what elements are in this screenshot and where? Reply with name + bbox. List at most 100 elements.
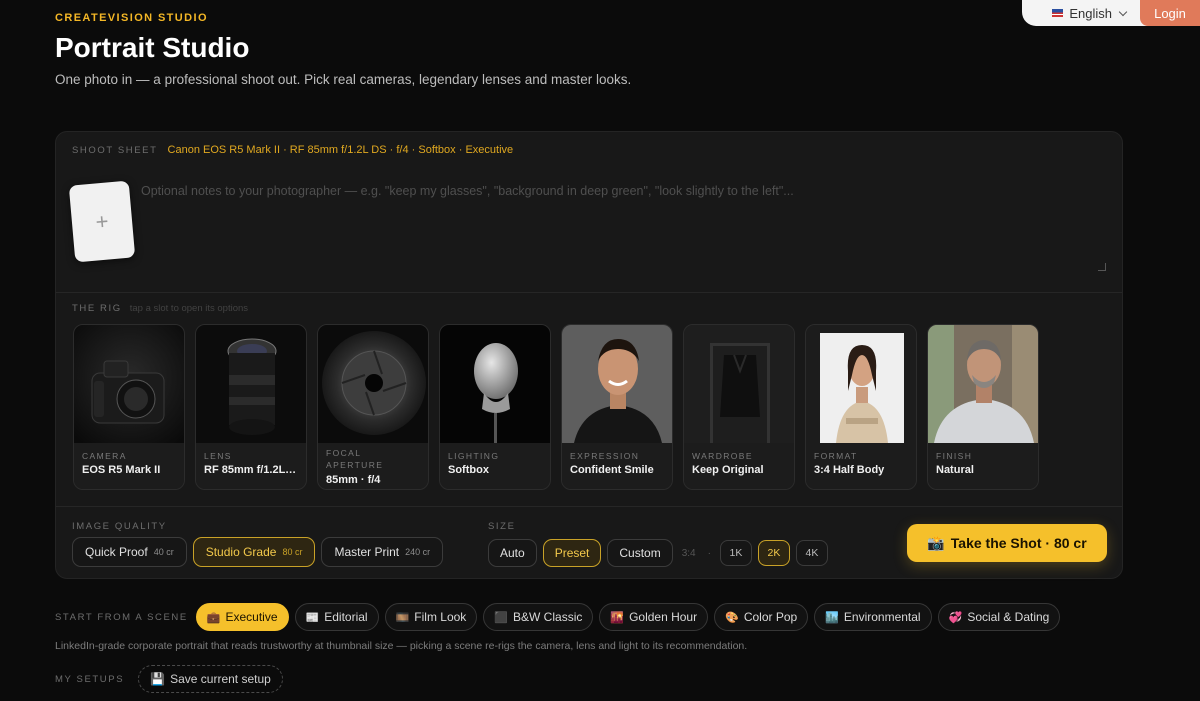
image-quality-options: Quick Proof 40 cr Studio Grade 80 cr Mas… [72, 537, 444, 567]
expression-portrait-image [562, 325, 672, 443]
rig-slot-camera[interactable]: CAMERA EOS R5 Mark II [73, 324, 185, 490]
slot-key: LIGHTING [448, 451, 500, 461]
size-auto-button[interactable]: Auto [488, 539, 537, 567]
scene-description: LinkedIn-grade corporate portrait that r… [55, 640, 748, 652]
chevron-down-icon [1118, 7, 1128, 16]
scene-name: Social & Dating [967, 610, 1050, 624]
shoot-sheet: SHOOT SHEET Canon EOS R5 Mark II · RF 85… [72, 144, 513, 156]
scene-environmental[interactable]: 🏙️ Environmental [814, 603, 932, 631]
slot-value: Keep Original [692, 464, 764, 476]
rig-slot-lighting[interactable]: LIGHTING Softbox [439, 324, 551, 490]
slot-meta: FORMAT 3:4 Half Body [806, 443, 916, 489]
aspect-ratio-label: 3:4 [681, 547, 696, 559]
scene-label: START FROM A SCENE [55, 611, 188, 623]
scene-name: Golden Hour [629, 610, 698, 624]
slot-key: FORMAT [814, 451, 858, 461]
scene-selector: START FROM A SCENE 💼 Executive 📰 Editorial… [55, 603, 1061, 631]
quality-option-label: Studio Grade [205, 545, 277, 559]
scene-bw-classic[interactable]: ⬛ B&W Classic [483, 603, 594, 631]
sunset-icon: 🌇 [610, 611, 625, 624]
quality-option-cost: 80 cr [282, 547, 303, 557]
quality-option-cost: 40 cr [153, 547, 174, 557]
resize-handle-icon[interactable] [1098, 263, 1106, 271]
rig-slot-aperture[interactable]: FOCAL APERTURE 85mm · f/4 [317, 324, 429, 490]
separator-dot: · [707, 547, 711, 559]
cityscape-icon: 🏙️ [825, 611, 839, 624]
size-options: Auto Preset Custom 3:4 · 1K 2K 4K [488, 539, 828, 567]
scene-name: B&W Classic [513, 610, 583, 624]
my-setups: MY SETUPS 💾 Save current setup [55, 665, 283, 693]
scene-color-pop[interactable]: 🎨 Color Pop [714, 603, 809, 631]
slot-value: Softbox [448, 464, 489, 476]
photo-upload-button[interactable]: + [68, 180, 136, 263]
slot-value: 3:4 Half Body [814, 464, 885, 476]
scene-executive[interactable]: 💼 Executive [195, 603, 289, 631]
rig-label: THE RIG [72, 303, 122, 314]
divider [56, 506, 1122, 507]
rig-header: THE RIG tap a slot to open its options [72, 303, 248, 314]
quality-quick-proof[interactable]: Quick Proof 40 cr [72, 537, 187, 567]
floppy-disk-icon: 💾 [150, 672, 166, 686]
film-icon: 🎞️ [395, 611, 410, 624]
resolution-4k-button[interactable]: 4K [795, 540, 828, 566]
slot-key: LENS [204, 451, 232, 461]
slot-meta: LENS RF 85mm f/1.2L DS [196, 443, 306, 489]
slot-value: Confident Smile [570, 464, 654, 476]
scene-social-dating[interactable]: 💞 Social & Dating [937, 603, 1061, 631]
scene-name: Editorial [324, 610, 368, 624]
rig-hint: tap a slot to open its options [129, 303, 249, 314]
my-setups-label: MY SETUPS [55, 673, 125, 685]
newspaper-icon: 📰 [305, 611, 320, 624]
scene-film-look[interactable]: 🎞️ Film Look [384, 603, 478, 631]
page-title: Portrait Studio [55, 32, 250, 63]
finish-portrait-image [928, 325, 1038, 443]
top-bar: English Login [1022, 0, 1200, 26]
camera-image [74, 325, 184, 443]
wardrobe-image [684, 325, 794, 443]
briefcase-icon: 💼 [206, 611, 221, 624]
flag-icon [1052, 9, 1064, 17]
shoot-sheet-summary: Canon EOS R5 Mark II · RF 85mm f/1.2L DS… [167, 144, 514, 156]
slot-meta: WARDROBE Keep Original [684, 443, 794, 489]
photographer-notes-input[interactable] [141, 184, 1111, 274]
login-button[interactable]: Login [1140, 0, 1200, 26]
quality-studio-grade[interactable]: Studio Grade 80 cr [192, 537, 316, 567]
size-preset-button[interactable]: Preset [542, 539, 602, 567]
divider [56, 292, 1122, 293]
hearts-icon: 💞 [948, 611, 963, 624]
aperture-image [318, 325, 428, 443]
slot-key: EXPRESSION [570, 451, 640, 461]
slot-key: CAMERA [82, 451, 127, 461]
plus-icon: + [94, 207, 110, 235]
rig-slot-lens[interactable]: LENS RF 85mm f/1.2L DS [195, 324, 307, 490]
rig-slot-expression[interactable]: EXPRESSION Confident Smile [561, 324, 673, 490]
quality-option-cost: 240 cr [405, 547, 431, 557]
slot-key: WARDROBE [692, 451, 753, 461]
language-selector[interactable]: English [1052, 5, 1128, 21]
scene-golden-hour[interactable]: 🌇 Golden Hour [599, 603, 709, 631]
rig-slot-wardrobe[interactable]: WARDROBE Keep Original [683, 324, 795, 490]
resolution-1k-button[interactable]: 1K [719, 540, 752, 566]
slot-value: RF 85mm f/1.2L DS [204, 464, 298, 476]
slot-key: FINISH [936, 451, 973, 461]
resolution-2k-button[interactable]: 2K [757, 540, 790, 566]
brand-label: CREATEVISION STUDIO [55, 12, 208, 24]
take-shot-button[interactable]: 📸 Take the Shot · 80 cr [907, 524, 1107, 562]
save-setup-label: Save current setup [170, 672, 271, 686]
take-shot-label: Take the Shot · 80 cr [950, 535, 1087, 551]
slot-key: FOCAL APERTURE [326, 448, 384, 470]
slot-value: EOS R5 Mark II [82, 464, 161, 476]
rig-slot-finish[interactable]: FINISH Natural [927, 324, 1039, 490]
scene-editorial[interactable]: 📰 Editorial [294, 603, 379, 631]
rig-slot-format[interactable]: FORMAT 3:4 Half Body [805, 324, 917, 490]
scene-name: Film Look [414, 610, 467, 624]
page-subtitle: One photo in — a professional shoot out.… [55, 72, 632, 87]
slot-value: 85mm · f/4 [326, 474, 381, 486]
language-label: English [1069, 5, 1112, 21]
quality-master-print[interactable]: Master Print 240 cr [321, 537, 444, 567]
slot-meta: FOCAL APERTURE 85mm · f/4 [318, 443, 428, 489]
size-custom-button[interactable]: Custom [607, 539, 673, 567]
black-square-icon: ⬛ [494, 611, 509, 624]
image-quality-label: IMAGE QUALITY [72, 521, 167, 532]
save-setup-button[interactable]: 💾 Save current setup [138, 665, 283, 693]
